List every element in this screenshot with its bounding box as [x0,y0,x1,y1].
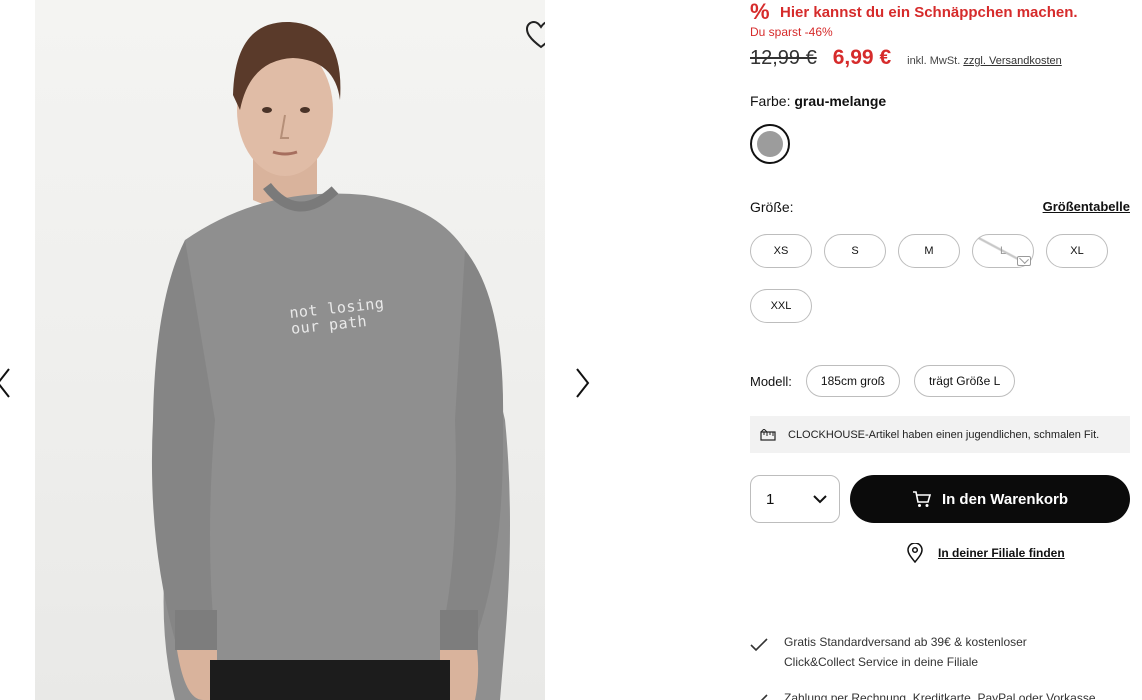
chevron-right-icon [576,368,590,398]
product-page: not losing our path % Hier kannst du ein… [0,0,1142,700]
size-option-s[interactable]: S [824,234,886,268]
wishlist-button[interactable] [525,20,545,52]
fit-notice: CLOCKHOUSE-Artikel haben einen jugendlic… [750,416,1130,453]
quantity-select[interactable]: 1 [750,475,840,523]
benefit-shipping: Gratis Standardversand ab 39€ & kostenlo… [750,632,1130,672]
heart-icon [525,20,545,49]
size-chart-link[interactable]: Größentabelle [1043,199,1130,214]
color-swatch-grau-melange[interactable] [750,124,790,164]
model-height-pill: 185cm groß [805,365,900,397]
product-gallery: not losing our path [0,0,620,700]
color-label-row: Farbe: grau-melange [750,93,886,109]
deal-headline: Hier kannst du ein Schnäppchen machen. [780,3,1078,21]
swatch-fill [757,131,783,157]
chevron-down-icon [813,494,827,503]
model-illustration [151,21,511,700]
gallery-prev-button[interactable] [0,363,18,403]
percent-icon: % [750,0,770,24]
model-info: Modell: 185cm groß trägt Größe L [750,365,1029,397]
size-option-xs[interactable]: XS [750,234,812,268]
product-info-panel: % Hier kannst du ein Schnäppchen machen.… [750,0,1130,700]
color-value: grau-melange [794,93,887,109]
size-option-l-label: L [999,245,1007,257]
size-option-m[interactable]: M [898,234,960,268]
color-label: Farbe: [750,93,791,109]
benefit-payment-text: Zahlung per Rechnung, Kreditkarte, PayPa… [784,691,1096,700]
cart-icon [912,490,931,507]
deal-banner: % Hier kannst du ein Schnäppchen machen. [750,0,1078,24]
fit-notice-text: CLOCKHOUSE-Artikel haben einen jugendlic… [788,428,1100,441]
notify-mail-icon [1017,256,1031,266]
add-to-cart-label: In den Warenkorb [941,490,1069,508]
size-label: Größe: [750,199,794,215]
benefit-shipping-line2: Click&Collect Service in deine Filiale [784,655,979,669]
old-price: 12,99 € [750,47,817,69]
checkmark-icon [760,694,768,700]
find-in-store-link[interactable]: In deiner Filiale finden [906,543,1065,563]
model-label: Modell: [750,373,792,389]
shipping-costs-link[interactable]: zzgl. Versandkosten [963,55,1061,67]
product-image[interactable]: not losing our path [35,0,545,700]
gallery-next-button[interactable] [568,363,598,403]
checkmark-icon [750,638,768,652]
benefit-shipping-text: Gratis Standardversand ab 39€ & kostenlo… [784,632,1027,672]
vat-label: inkl. MwSt. [907,55,961,67]
sale-price: 6,99 € [832,46,892,69]
size-option-xxl[interactable]: XXL [750,289,812,323]
size-option-l[interactable]: L [972,234,1034,268]
ruler-icon [760,428,776,441]
savings-text: Du sparst -46% [750,25,833,39]
benefit-payment: Zahlung per Rechnung, Kreditkarte, PayPa… [750,688,1130,700]
find-in-store-label: In deiner Filiale finden [938,546,1065,560]
add-to-cart-button[interactable]: In den Warenkorb [850,475,1130,523]
size-option-xl[interactable]: XL [1046,234,1108,268]
quantity-value: 1 [766,490,775,508]
model-size-pill: trägt Größe L [913,365,1016,397]
vat-note: inkl. MwSt. zzgl. Versandkosten [907,55,1062,67]
location-pin-icon [907,543,923,563]
chevron-left-icon [0,368,10,398]
benefit-shipping-line1: Gratis Standardversand ab 39€ & kostenlo… [784,635,1027,649]
price-row: 12,99 € 6,99 € inkl. MwSt. zzgl. Versandk… [750,46,1062,70]
